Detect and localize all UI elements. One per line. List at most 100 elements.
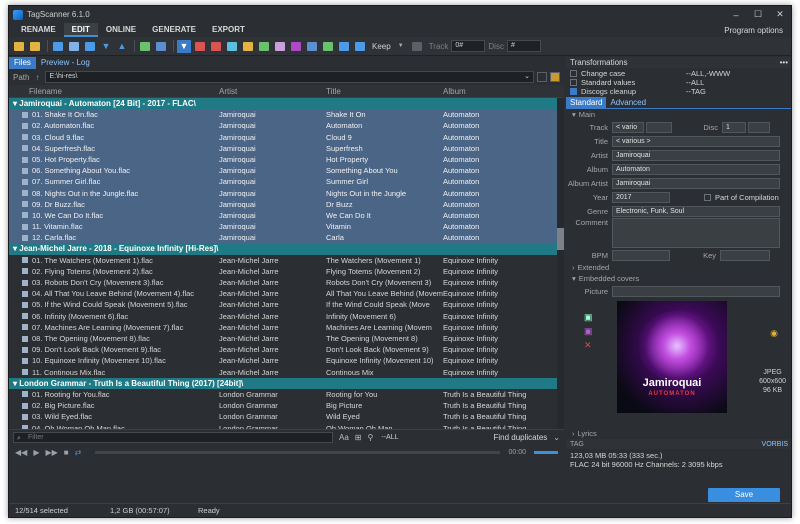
file-row[interactable]: 05. If the Wind Could Speak (Movement 5)…	[9, 299, 564, 310]
menu-generate[interactable]: GENERATE	[144, 23, 204, 37]
column-artist[interactable]: Artist	[219, 87, 326, 96]
tab-standard[interactable]: Standard	[566, 97, 607, 108]
forward-icon[interactable]: ▶▶	[45, 448, 57, 457]
disc-field[interactable]: 1	[722, 121, 746, 133]
repeat-icon[interactable]: ⇄	[75, 448, 82, 457]
tag-icon[interactable]	[193, 40, 207, 53]
menu-online[interactable]: ONLINE	[98, 23, 144, 37]
file-row[interactable]: 07. Summer Girl.flac Jamiroquai Summer Gir…	[9, 176, 564, 188]
browse-folder-icon[interactable]	[550, 72, 560, 82]
file-row[interactable]: 10. We Can Do It.flac Jamiroquai We Can Do…	[9, 209, 564, 222]
file-row[interactable]: 06. Infinity (Movement 6).flac Jean-Miche…	[9, 311, 564, 322]
select-icon[interactable]	[138, 40, 152, 53]
year-field[interactable]: 2017	[612, 191, 670, 203]
album-field[interactable]: Automaton	[612, 163, 780, 175]
filter-regex-icon[interactable]: ⊞	[355, 433, 362, 442]
menu-export[interactable]: EXPORT	[204, 23, 253, 37]
key-field[interactable]	[720, 249, 770, 261]
open-folder-icon[interactable]	[12, 40, 26, 53]
group-header[interactable]: ▾ Jamiroquai - Automaton [24 Bit] - 2017…	[9, 98, 564, 110]
case-icon[interactable]	[321, 40, 335, 53]
volume-slider[interactable]	[534, 450, 558, 454]
menu-rename[interactable]: RENAME	[13, 23, 64, 37]
eye-icon[interactable]: ◉	[770, 328, 778, 339]
file-row[interactable]: 11. Continous Mix.flac Jean-Michel Jarre C…	[9, 367, 564, 378]
save-cover-icon[interactable]: ▣	[584, 326, 593, 337]
convert-icon[interactable]	[273, 40, 287, 53]
play-icon[interactable]: ▶	[33, 448, 39, 457]
keep-dropdown[interactable]: Keep	[372, 42, 391, 51]
column-title[interactable]: Title	[326, 87, 443, 96]
sort-icon[interactable]	[154, 40, 168, 53]
tab-advanced[interactable]: Advanced	[606, 97, 650, 108]
filter-field-select[interactable]: --ALL	[381, 434, 398, 441]
filter-options-icon[interactable]: ⚲	[368, 433, 374, 442]
file-row[interactable]: 06. Something About You.flac Jamiroquai So…	[9, 165, 564, 177]
group-header[interactable]: ▾ Jean-Michel Jarre - 2018 - Equinoxe In…	[9, 243, 564, 255]
path-input[interactable]: E:\hi-res\ ⌄	[45, 71, 534, 83]
file-row[interactable]: 07. Machines Are Learning (Movement 7).f…	[9, 322, 564, 333]
file-row[interactable]: 03. Cloud 9.flac Jamiroquai Cloud 9 Automat…	[9, 131, 564, 143]
chevron-down-icon[interactable]: ⌄	[524, 72, 530, 82]
file-row[interactable]: 12. Carla.flac Jamiroquai Carla Automaton	[9, 232, 564, 244]
disc-format-field[interactable]: #	[506, 40, 541, 52]
comment-field[interactable]	[612, 218, 780, 248]
bpm-field[interactable]	[612, 249, 670, 261]
expand-icon[interactable]	[83, 40, 97, 53]
file-row[interactable]: 01. Rooting for You.flac London Grammar Ro…	[9, 389, 564, 400]
save-icon[interactable]	[337, 40, 351, 53]
grid-icon[interactable]	[67, 40, 81, 53]
minimize-icon[interactable]: –	[725, 10, 747, 20]
replace-icon[interactable]	[305, 40, 319, 53]
file-row[interactable]: 02. Automaton.flac Jamiroquai Automaton Aut…	[9, 120, 564, 132]
file-row[interactable]: 08. The Opening (Movement 8).flac Jean-Mi…	[9, 333, 564, 344]
track-total-field[interactable]	[646, 121, 672, 133]
column-filename[interactable]: Filename	[9, 87, 219, 96]
tag-edit-icon[interactable]	[225, 40, 239, 53]
program-options-link[interactable]: Program options	[724, 26, 791, 35]
cover-icon[interactable]	[241, 40, 255, 53]
artist-field[interactable]: Jamiroquai	[612, 149, 780, 161]
up-arrow-icon[interactable]: ↑	[35, 73, 39, 82]
counter-icon[interactable]	[289, 40, 303, 53]
chevron-down-icon[interactable]: ⌄	[553, 433, 560, 442]
file-row[interactable]: 08. Nights Out in the Jungle.flac Jamiroq…	[9, 187, 564, 199]
transformation-checkbox[interactable]	[570, 88, 577, 95]
file-row[interactable]: 03. Wild Eyed.flac London Grammar Wild Eye…	[9, 411, 564, 422]
copy-icon[interactable]	[353, 40, 367, 53]
file-row[interactable]: 10. Equinoxe Infinity (Movement 10).flac…	[9, 355, 564, 366]
track-field[interactable]: < vario	[612, 121, 644, 133]
move-up-icon[interactable]: ▲	[115, 40, 129, 53]
file-row[interactable]: 03. Robots Don't Cry (Movement 3).flac Je…	[9, 277, 564, 288]
group-header[interactable]: ▾ London Grammar - Truth Is a Beautiful …	[9, 377, 564, 389]
compilation-checkbox[interactable]: Part of Compilation	[704, 193, 779, 202]
track-format-field[interactable]: 0#	[451, 40, 486, 52]
close-icon[interactable]: ✕	[769, 9, 791, 20]
transformation-item[interactable]: Standard values --ALL	[570, 78, 788, 87]
refresh-path-icon[interactable]	[537, 72, 547, 82]
refresh-icon[interactable]	[51, 40, 65, 53]
filter-icon[interactable]: ▼	[177, 39, 191, 53]
stop-icon[interactable]: ■	[64, 448, 69, 457]
file-row[interactable]: 04. All That You Leave Behind (Movement …	[9, 288, 564, 299]
save-button[interactable]: Save	[708, 488, 780, 502]
remove-tag-icon[interactable]	[209, 40, 223, 53]
column-album[interactable]: Album	[443, 87, 553, 96]
picture-field[interactable]	[612, 285, 780, 297]
numbering-icon[interactable]	[410, 40, 424, 53]
transformation-item[interactable]: Change case --ALL,-WWW	[570, 69, 788, 78]
file-row[interactable]: 04. Oh Woman Oh Man.flac London Grammar Oh…	[9, 422, 564, 429]
tab-preview-log[interactable]: Preview - Log	[36, 57, 95, 69]
maximize-icon[interactable]: ☐	[747, 9, 769, 20]
menu-edit[interactable]: EDIT	[63, 23, 98, 37]
tab-files[interactable]: Files	[9, 57, 36, 69]
album-artist-field[interactable]: Jamiroquai	[612, 177, 780, 189]
section-main[interactable]: ▾ Main	[566, 109, 791, 120]
compilation-check[interactable]	[704, 193, 711, 201]
add-folder-icon[interactable]	[28, 40, 42, 53]
filter-input[interactable]: ⌕ Filter	[13, 432, 333, 443]
file-row[interactable]: 04. Superfresh.flac Jamiroquai Superfresh A…	[9, 142, 564, 154]
file-row[interactable]: 05. Hot Property.flac Jamiroquai Hot Prope…	[9, 153, 564, 166]
chevron-down-icon[interactable]: ▼	[394, 40, 408, 53]
filter-case-icon[interactable]: Aa	[339, 433, 349, 442]
